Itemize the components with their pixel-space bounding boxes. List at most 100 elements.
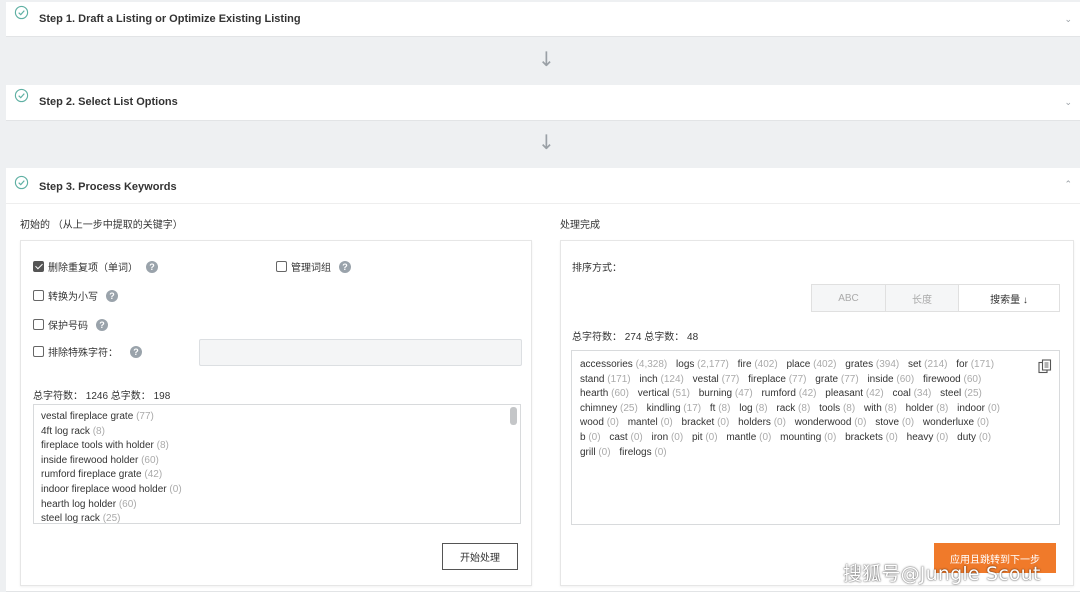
word-count: (0)	[598, 446, 611, 458]
exclude-special-option[interactable]: 排除特殊字符： ?	[33, 344, 142, 359]
protect-numbers-checkbox[interactable]	[33, 319, 44, 330]
word-text: chimney	[580, 402, 621, 414]
processed-word: cast (0)	[609, 432, 642, 443]
chevron-down-icon[interactable]: ⌄	[1064, 14, 1072, 25]
list-item: inside firewood holder (60)	[41, 454, 513, 469]
processed-word: firewood (60)	[923, 374, 981, 385]
processed-word: stand (171)	[580, 374, 631, 385]
word-text: kindling	[646, 402, 684, 414]
dedupe-option[interactable]: 删除重复项（单词） ?	[33, 259, 158, 274]
keyword-count: (0)	[169, 483, 182, 495]
word-count: (171)	[970, 359, 995, 370]
processed-word: vestal (77)	[693, 374, 740, 385]
scrollbar[interactable]	[510, 407, 517, 425]
protect-numbers-label: 保护号码	[48, 321, 88, 332]
word-text: duty	[957, 431, 979, 443]
processed-word: log (8)	[739, 403, 767, 414]
step-3-title: Step 3. Process Keywords	[39, 181, 177, 193]
word-count: (25)	[964, 388, 982, 400]
sort-abc-button[interactable]: ABC	[812, 285, 886, 311]
help-icon[interactable]: ?	[96, 318, 108, 331]
step-3-header[interactable]: Step 3. Process Keywords ⌃	[6, 168, 1080, 204]
keyword-text: inside firewood holder	[41, 454, 142, 466]
arrow-down-icon: ↓	[538, 47, 555, 71]
word-count: (4,328)	[635, 359, 668, 370]
processed-word: grate (77)	[815, 374, 858, 385]
processed-word: wonderluxe (0)	[923, 417, 989, 428]
chevron-up-icon[interactable]: ⌃	[1064, 179, 1072, 190]
lowercase-checkbox[interactable]	[33, 290, 44, 301]
check-circle-icon	[14, 88, 29, 103]
help-icon[interactable]: ?	[106, 289, 118, 302]
word-text: wonderluxe	[922, 417, 977, 429]
processed-word: pit (0)	[692, 432, 718, 443]
exclude-special-input[interactable]	[199, 339, 522, 366]
manage-phrases-option[interactable]: 管理词组 ?	[276, 259, 351, 274]
word-count: (60)	[896, 373, 915, 385]
word-text: burning	[698, 388, 735, 400]
help-icon[interactable]: ?	[146, 260, 158, 273]
step-2-header[interactable]: Step 2. Select List Options ⌄	[6, 85, 1080, 121]
keyword-count: (25)	[102, 513, 121, 524]
processed-word: burning (47)	[699, 388, 753, 399]
protect-numbers-option[interactable]: 保护号码 ?	[33, 317, 108, 332]
exclude-special-checkbox[interactable]	[33, 346, 44, 357]
help-icon[interactable]: ?	[339, 260, 351, 273]
initial-keyword-list[interactable]: vestal fireplace grate (77) 4ft log rack …	[33, 404, 521, 524]
processed-word: mantel (0)	[628, 417, 673, 428]
word-text: fireplace	[748, 373, 789, 385]
processed-word: inside (60)	[867, 374, 914, 385]
list-item: fireplace tools with holder (8)	[41, 439, 513, 454]
word-count: (8)	[718, 402, 731, 414]
copy-icon[interactable]	[1038, 359, 1052, 374]
word-text: for	[956, 359, 971, 370]
keyword-count: (8)	[92, 425, 105, 437]
word-text: inch	[639, 373, 661, 385]
processed-word: coal (34)	[892, 388, 931, 399]
processed-word: rumford (42)	[761, 388, 816, 399]
word-count: (77)	[788, 373, 807, 385]
word-text: firewood	[922, 373, 964, 385]
word-count: (8)	[884, 402, 897, 414]
manage-phrases-checkbox[interactable]	[276, 261, 287, 272]
word-count: (42)	[798, 388, 817, 400]
word-count: (0)	[717, 417, 730, 429]
processed-word: tools (8)	[819, 403, 855, 414]
word-text: indoor	[957, 402, 988, 414]
start-processing-button[interactable]: 开始处理	[442, 543, 518, 570]
sort-options: ABC 长度 搜索量 ↓	[811, 284, 1060, 312]
sort-length-button[interactable]: 长度	[886, 285, 959, 311]
word-text: set	[908, 359, 925, 370]
sort-volume-button[interactable]: 搜索量 ↓	[959, 285, 1059, 311]
processed-word: brackets (0)	[845, 432, 898, 443]
list-item: indoor fireplace wood holder (0)	[41, 483, 513, 498]
word-count: (8)	[936, 402, 949, 414]
processed-word: indoor (0)	[957, 403, 1000, 414]
keyword-count: (42)	[144, 469, 163, 481]
processed-word: steel (25)	[940, 388, 982, 399]
processed-word: for (171)	[956, 359, 994, 370]
processed-keywords-box[interactable]: accessories (4,328) logs (2,177) fire (4…	[571, 350, 1060, 525]
word-count: (0)	[705, 431, 718, 443]
step-1-header[interactable]: Step 1. Draft a Listing or Optimize Exis…	[6, 2, 1080, 38]
processed-word: accessories (4,328)	[580, 359, 667, 370]
word-text: holders	[738, 417, 774, 429]
step-1-title: Step 1. Draft a Listing or Optimize Exis…	[39, 13, 301, 25]
step-2-title: Step 2. Select List Options	[39, 96, 178, 108]
word-text: heavy	[906, 431, 937, 443]
chevron-down-icon[interactable]: ⌄	[1064, 97, 1072, 108]
list-item: hearth log holder (60)	[41, 498, 513, 513]
word-count: (47)	[734, 388, 753, 400]
word-text: tools	[819, 402, 843, 414]
word-count: (0)	[978, 431, 992, 443]
lowercase-option[interactable]: 转换为小写 ?	[33, 288, 118, 303]
step-1-panel: Step 1. Draft a Listing or Optimize Exis…	[6, 2, 1080, 37]
processed-word: bracket (0)	[682, 417, 730, 428]
processed-word: rack (8)	[776, 403, 810, 414]
check-circle-icon	[14, 5, 29, 20]
word-text: grill	[580, 446, 599, 458]
keyword-text: indoor fireplace wood holder	[41, 483, 170, 495]
initial-keywords-panel: 删除重复项（单词） ? 管理词组 ? 转换为小写 ? 保护号码 ? 排除特殊字符…	[20, 240, 532, 586]
dedupe-checkbox[interactable]	[33, 261, 44, 272]
help-icon[interactable]: ?	[130, 345, 142, 358]
